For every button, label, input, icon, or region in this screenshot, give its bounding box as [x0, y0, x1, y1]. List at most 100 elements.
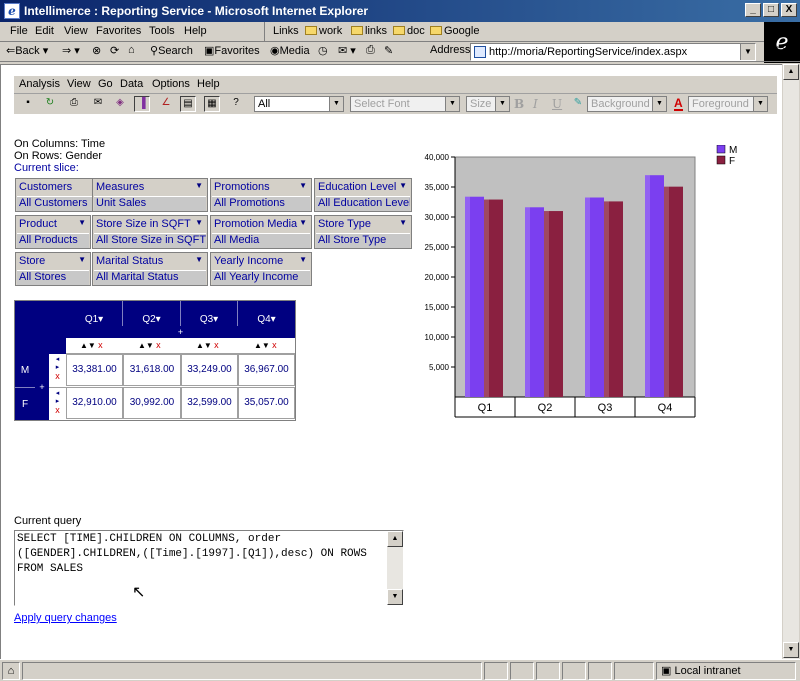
background-select[interactable]: Background ▼	[587, 96, 667, 112]
foreground-select[interactable]: Foreground ▼	[688, 96, 768, 112]
stop-button[interactable]: ⊗	[92, 44, 101, 57]
sort-control-q2[interactable]: ▲▼ x	[138, 340, 161, 350]
media-button[interactable]: ◉Media	[270, 44, 310, 57]
forward-button[interactable]: ⇒ ▾	[62, 44, 80, 57]
address-dropdown-icon[interactable]: ▼	[740, 44, 755, 60]
pivot-cell[interactable]: 36,967.00	[238, 354, 295, 386]
slicer-education-level[interactable]: Education Level ▼ All Education Level	[314, 178, 412, 212]
column-expand-button[interactable]: +	[66, 326, 295, 338]
slicer-measures[interactable]: Measures ▼ Unit Sales	[92, 178, 208, 212]
column-header-q1[interactable]: Q1▾	[66, 301, 123, 326]
grid-icon[interactable]: ▦	[204, 96, 220, 112]
app-menu-go[interactable]: Go	[98, 78, 113, 90]
pivot-cell[interactable]: 31,618.00	[123, 354, 181, 386]
row-header-f[interactable]: F	[15, 387, 35, 420]
row-sort-control-f[interactable]: ◂ ▸ x	[49, 387, 66, 420]
bold-button[interactable]: B	[514, 97, 524, 111]
dropdown-arrow-icon[interactable]: ▼	[195, 218, 203, 227]
bar-chart-icon[interactable]: ▐	[134, 96, 150, 112]
pivot-cell[interactable]: 35,057.00	[238, 387, 295, 419]
italic-button[interactable]: I	[533, 97, 538, 111]
menu-favorites[interactable]: Favorites	[96, 25, 141, 37]
menu-file[interactable]: File	[10, 25, 28, 37]
sort-control-q1[interactable]: ▲▼ x	[80, 340, 103, 350]
close-button[interactable]: X	[781, 3, 797, 17]
link-doc[interactable]: doc	[393, 25, 425, 37]
line-chart-icon[interactable]: ∠	[158, 96, 174, 112]
dropdown-arrow-icon[interactable]: ▼	[195, 255, 203, 264]
slicer-promotions[interactable]: Promotions ▼ All Promotions	[210, 178, 312, 212]
dropdown-arrow-icon[interactable]: ▼	[399, 218, 407, 227]
menu-view[interactable]: View	[64, 25, 88, 37]
dropdown-arrow-icon[interactable]: ▼	[299, 255, 307, 264]
pivot-cell[interactable]: 32,599.00	[181, 387, 238, 419]
slicer-product[interactable]: Product ▼ All Products	[15, 215, 91, 249]
slicer-store-size[interactable]: Store Size in SQFT ▼ All Store Size in SQ…	[92, 215, 208, 249]
app-menu-analysis[interactable]: Analysis	[19, 78, 60, 90]
column-header-q4[interactable]: Q4▾	[238, 301, 295, 326]
query-scrollbar[interactable]: ▲ ▼	[387, 531, 403, 605]
scroll-down-icon[interactable]: ▼	[387, 589, 403, 605]
dropdown-arrow-icon[interactable]: ▼	[78, 218, 86, 227]
cube-icon[interactable]: ◈	[112, 96, 128, 112]
mail-icon[interactable]: ✉	[90, 96, 106, 112]
dropdown-arrow-icon[interactable]: ▼	[299, 218, 307, 227]
print-icon[interactable]: ⎙	[66, 96, 82, 112]
slicer-store-type[interactable]: Store Type ▼ All Store Type	[314, 215, 412, 249]
search-button[interactable]: ⚲Search	[150, 44, 193, 57]
app-menu-view[interactable]: View	[67, 78, 91, 90]
link-work[interactable]: work	[305, 25, 342, 37]
column-header-q2[interactable]: Q2▾	[123, 301, 181, 326]
back-button[interactable]: ⇐Back ▾	[6, 44, 48, 57]
link-links[interactable]: links	[351, 25, 387, 37]
scroll-down-icon[interactable]: ▼	[783, 642, 799, 658]
sort-control-q3[interactable]: ▲▼ x	[196, 340, 219, 350]
edit-button[interactable]: ✎	[384, 44, 393, 57]
row-sort-control-m[interactable]: ◂ ▸ x	[49, 354, 66, 387]
favorites-button[interactable]: ▣Favorites	[204, 44, 260, 57]
pivot-cell[interactable]: 33,381.00	[66, 354, 123, 386]
home-button[interactable]: ⌂	[128, 44, 135, 56]
slicer-marital-status[interactable]: Marital Status ▼ All Marital Status	[92, 252, 208, 286]
menu-edit[interactable]: Edit	[35, 25, 54, 37]
app-menu-help[interactable]: Help	[197, 78, 220, 90]
menu-help[interactable]: Help	[184, 25, 207, 37]
pivot-cell[interactable]: 30,992.00	[123, 387, 181, 419]
fill-color-icon[interactable]: ✎	[570, 96, 586, 112]
app-menu-data[interactable]: Data	[120, 78, 143, 90]
slicer-yearly-income[interactable]: Yearly Income ▼ All Yearly Income	[210, 252, 312, 286]
help-icon[interactable]: ?	[228, 96, 244, 112]
slicer-store[interactable]: Store ▼ All Stores	[15, 252, 91, 286]
row-header-m[interactable]: M	[15, 354, 35, 387]
column-header-q3[interactable]: Q3▾	[181, 301, 238, 326]
maximize-button[interactable]: □	[763, 3, 779, 17]
dropdown-arrow-icon[interactable]: ▼	[399, 181, 407, 190]
query-textarea[interactable]: SELECT [TIME].CHILDREN ON COLUMNS, order…	[14, 530, 404, 606]
pivot-cell[interactable]: 33,249.00	[181, 354, 238, 386]
history-button[interactable]: ◷	[318, 44, 328, 57]
underline-button[interactable]: U	[552, 97, 562, 111]
slicer-promotion-media[interactable]: Promotion Media ▼ All Media	[210, 215, 312, 249]
address-bar[interactable]: http://moria/ReportingService/index.aspx…	[470, 43, 756, 61]
table-icon[interactable]: ▤	[180, 96, 196, 112]
refresh-icon[interactable]: ↻	[42, 96, 58, 112]
mail-button[interactable]: ✉ ▾	[338, 44, 356, 57]
link-google[interactable]: Google	[430, 25, 479, 37]
apply-query-link[interactable]: Apply query changes	[14, 612, 117, 624]
menu-tools[interactable]: Tools	[149, 25, 175, 37]
font-color-icon[interactable]: A	[674, 97, 683, 111]
dropdown-arrow-icon[interactable]: ▼	[78, 255, 86, 264]
minimize-button[interactable]: _	[745, 3, 761, 17]
refresh-button[interactable]: ⟳	[110, 44, 119, 57]
pivot-cell[interactable]: 32,910.00	[66, 387, 123, 419]
font-select[interactable]: Select Font ▼	[350, 96, 460, 112]
row-expand-button[interactable]: +	[35, 354, 49, 420]
level-select[interactable]: All ▼	[254, 96, 344, 112]
dropdown-arrow-icon[interactable]: ▼	[195, 181, 203, 190]
scroll-up-icon[interactable]: ▲	[387, 531, 403, 547]
app-menu-options[interactable]: Options	[152, 78, 190, 90]
save-icon[interactable]: ▪	[20, 96, 36, 112]
scroll-up-icon[interactable]: ▲	[783, 64, 799, 80]
go-button[interactable]: ➔Go	[764, 44, 788, 57]
page-vertical-scrollbar[interactable]: ▲ ▼	[782, 64, 799, 659]
